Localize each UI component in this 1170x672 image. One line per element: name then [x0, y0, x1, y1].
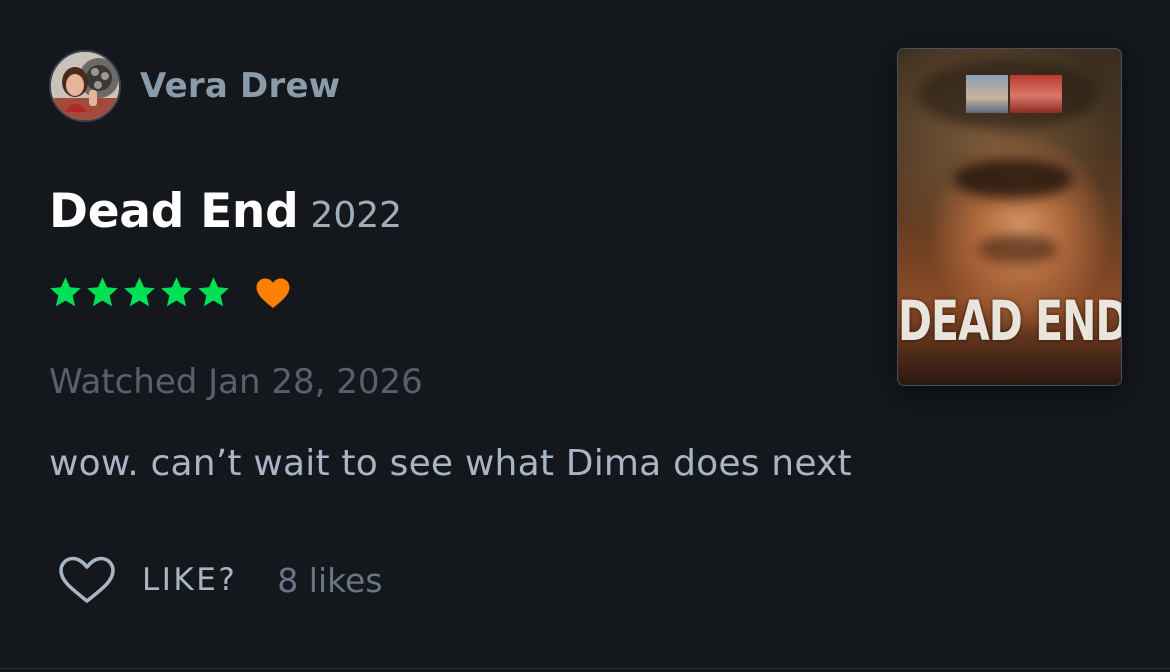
author-avatar[interactable] [49, 50, 121, 122]
liked-heart-icon [256, 277, 290, 308]
watched-date: Watched Jan 28, 2026 [49, 362, 423, 402]
like-label[interactable]: LIKE? [142, 562, 237, 598]
author-row[interactable]: Vera Drew [49, 49, 340, 123]
film-heading: Dead End 2022 [49, 184, 402, 239]
review-card: Vera Drew Dead End 2022 Watched Jan 28, … [0, 0, 1170, 669]
divider [0, 668, 1170, 669]
avatar-photo-icon [51, 52, 119, 120]
star-icon [50, 277, 81, 307]
poster-shadow [953, 159, 1073, 199]
review-actions: LIKE? 8 likes [58, 554, 383, 606]
rating-row [48, 275, 291, 310]
like-button[interactable]: LIKE? [58, 555, 237, 605]
star-icon [198, 277, 229, 307]
review-text: wow. can’t wait to see what Dima does ne… [49, 443, 852, 484]
poster-shadow [978, 234, 1058, 264]
poster-thumbnail [1010, 75, 1062, 113]
poster-title: DEAD END [898, 288, 1122, 354]
star-icon [87, 277, 118, 307]
star-icon [161, 277, 192, 307]
film-poster[interactable]: DEAD END [897, 48, 1122, 386]
author-name[interactable]: Vera Drew [140, 66, 340, 106]
film-year[interactable]: 2022 [310, 195, 402, 236]
poster-shadow [918, 59, 1098, 129]
film-title[interactable]: Dead End [49, 184, 299, 239]
star-icon [124, 277, 155, 307]
poster-thumbnail [966, 75, 1008, 113]
like-count[interactable]: 8 likes [277, 561, 382, 600]
heart-outline-icon [59, 556, 115, 603]
